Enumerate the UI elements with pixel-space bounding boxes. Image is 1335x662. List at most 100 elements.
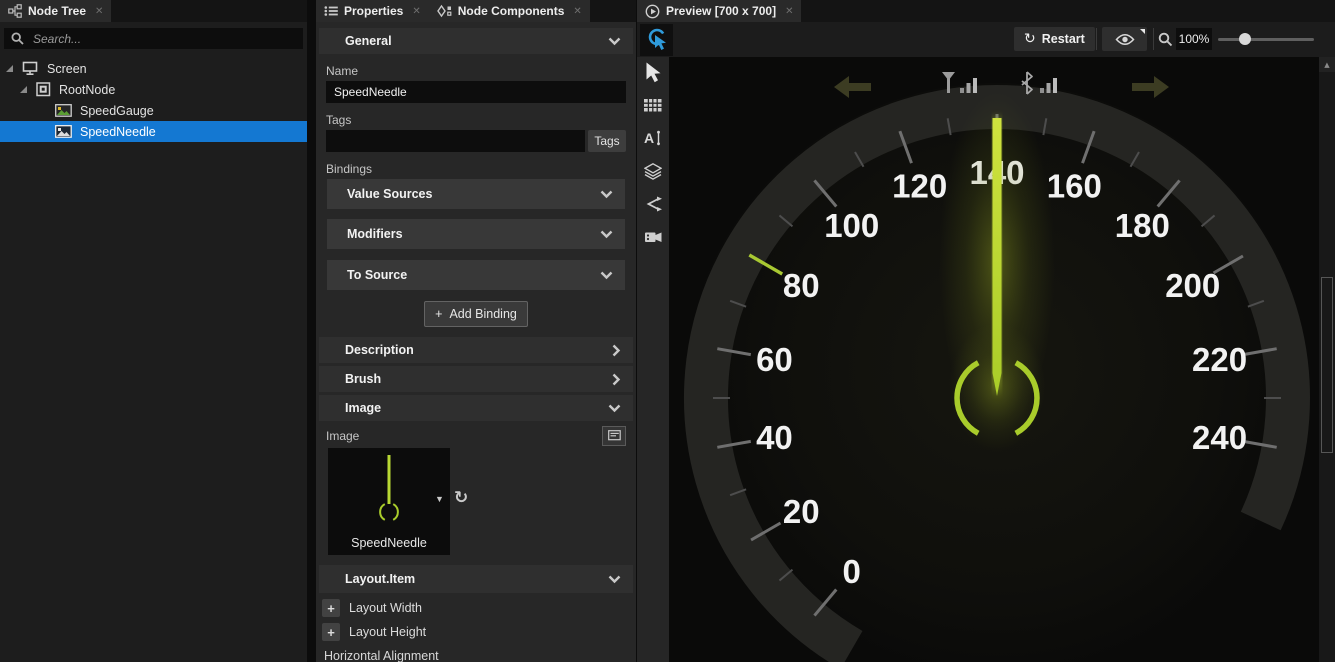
- restart-button[interactable]: ↻ Restart: [1014, 27, 1095, 51]
- zoom-slider[interactable]: [1218, 38, 1314, 41]
- bindings-label: Bindings: [326, 162, 636, 176]
- interact-tool-button[interactable]: [640, 24, 673, 56]
- svg-text:100: 100: [824, 207, 879, 244]
- vertical-scrollbar[interactable]: ▲: [1319, 57, 1335, 662]
- node-tree-tabbar: Node Tree ✕: [0, 0, 307, 22]
- add-binding-button[interactable]: + Add Binding: [424, 301, 528, 327]
- video-camera-icon: [645, 230, 662, 244]
- scroll-up-icon: ▲: [1324, 61, 1329, 69]
- expander-icon[interactable]: [20, 86, 27, 93]
- restart-icon: ↻: [1024, 31, 1036, 47]
- animation-tool-button[interactable]: [642, 227, 664, 247]
- select-tool-button[interactable]: [642, 62, 664, 82]
- close-icon[interactable]: ✕: [412, 6, 420, 17]
- svg-text:0: 0: [843, 553, 861, 590]
- layout-width-row: + Layout Width: [322, 599, 636, 617]
- tags-field[interactable]: [326, 130, 585, 152]
- text-tool-button[interactable]: A: [642, 128, 664, 148]
- section-general[interactable]: General: [319, 28, 633, 54]
- scrollbar-thumb[interactable]: [1321, 277, 1333, 453]
- section-layout-item[interactable]: Layout.Item: [319, 565, 633, 593]
- interact-cursor-icon: [645, 27, 669, 53]
- state-tool-button[interactable]: [642, 194, 664, 214]
- tree-item-label: RootNode: [59, 83, 115, 97]
- node-components-icon: [437, 4, 452, 18]
- tab-properties[interactable]: Properties ✕: [316, 0, 429, 22]
- add-layout-width-button[interactable]: +: [322, 599, 340, 617]
- svg-text:220: 220: [1192, 341, 1247, 378]
- name-field[interactable]: [326, 81, 626, 103]
- text-edit-icon: A: [644, 130, 662, 146]
- search-input[interactable]: [31, 31, 296, 47]
- grid-tool-button[interactable]: [642, 95, 664, 115]
- chevron-down-icon: [608, 404, 621, 413]
- properties-tabbar: Properties ✕ Node Components ✕: [316, 0, 636, 22]
- zoom-icon: [1158, 32, 1173, 47]
- tree-item-label: Screen: [47, 62, 87, 76]
- binding-group-value-sources[interactable]: Value Sources: [327, 179, 625, 209]
- tab-label: Node Components: [458, 4, 565, 18]
- flow-branch-icon: [645, 196, 662, 212]
- grid-icon: [644, 99, 662, 112]
- layout-height-label: Layout Height: [349, 625, 426, 639]
- preview-tool-strip: A: [637, 57, 669, 662]
- image-property-label: Image: [326, 429, 359, 443]
- image-thumbnail[interactable]: SpeedNeedle: [328, 448, 450, 555]
- node-tree: Screen RootNode SpeedGauge: [0, 58, 307, 142]
- scroll-up-button[interactable]: ▲: [1319, 57, 1335, 72]
- panel-window-icon: [608, 430, 621, 441]
- svg-text:120: 120: [892, 168, 947, 205]
- visibility-button[interactable]: [1102, 27, 1147, 51]
- close-icon[interactable]: ✕: [573, 6, 581, 17]
- screen-icon: [22, 61, 39, 76]
- eye-icon: [1115, 33, 1135, 46]
- kanzi-studio-window: Node Tree ✕ Screen: [0, 0, 1335, 662]
- tree-item-rootnode[interactable]: RootNode: [0, 79, 307, 100]
- tags-button[interactable]: Tags: [588, 130, 626, 152]
- tree-item-speedgauge[interactable]: SpeedGauge: [0, 100, 307, 121]
- tab-node-components[interactable]: Node Components ✕: [429, 0, 590, 22]
- preview-viewport[interactable]: 020406080100120140160180200220240: [669, 57, 1319, 662]
- add-layout-height-button[interactable]: +: [322, 623, 340, 641]
- turn-right-indicator-icon: [1132, 76, 1169, 98]
- section-description[interactable]: Description: [319, 337, 633, 363]
- search-icon: [11, 32, 24, 45]
- svg-text:180: 180: [1115, 207, 1170, 244]
- binding-group-to-source[interactable]: To Source: [327, 260, 625, 290]
- zoom-slider-thumb[interactable]: [1239, 33, 1251, 45]
- cursor-arrow-icon: [646, 62, 661, 83]
- search-box[interactable]: [4, 28, 303, 49]
- tab-label: Properties: [344, 4, 403, 18]
- node-tree-icon: [8, 4, 22, 18]
- tab-node-tree[interactable]: Node Tree ✕: [0, 0, 111, 22]
- image-reset-icon[interactable]: ↻: [454, 488, 468, 508]
- close-icon[interactable]: ✕: [95, 6, 103, 17]
- tab-preview[interactable]: Preview [700 x 700] ✕: [637, 0, 801, 22]
- tree-item-screen[interactable]: Screen: [0, 58, 307, 79]
- close-icon[interactable]: ✕: [785, 6, 793, 17]
- image-dropdown-caret-icon[interactable]: ▼: [435, 494, 444, 504]
- svg-text:240: 240: [1192, 419, 1247, 456]
- expander-icon[interactable]: [6, 65, 13, 72]
- toolbar-separator: [1153, 28, 1154, 50]
- name-label: Name: [326, 64, 636, 78]
- zoom-level[interactable]: 100%: [1176, 28, 1212, 50]
- image-settings-button[interactable]: [602, 426, 626, 446]
- chevron-down-icon: [600, 190, 613, 199]
- section-brush[interactable]: Brush: [319, 366, 633, 392]
- tab-label: Preview [700 x 700]: [666, 4, 776, 18]
- image-picker: SpeedNeedle ▼ ↻: [316, 448, 636, 555]
- tree-item-label: SpeedNeedle: [80, 125, 156, 139]
- image-node-icon: [55, 104, 72, 117]
- preview-panel: Preview [700 x 700] ✕ ↻ Restart: [637, 0, 1335, 662]
- toolbar-separator: [1096, 28, 1097, 50]
- svg-text:80: 80: [783, 267, 820, 304]
- chevron-right-icon: [612, 344, 621, 357]
- speed-gauge[interactable]: 020406080100120140160180200220240: [669, 57, 1319, 662]
- binding-group-modifiers[interactable]: Modifiers: [327, 219, 625, 249]
- dropdown-corner-icon: [1140, 29, 1145, 34]
- section-image[interactable]: Image: [319, 395, 633, 421]
- tree-item-speedneedle[interactable]: SpeedNeedle: [0, 121, 307, 142]
- image-node-icon: [55, 125, 72, 138]
- layers-tool-button[interactable]: [642, 161, 664, 181]
